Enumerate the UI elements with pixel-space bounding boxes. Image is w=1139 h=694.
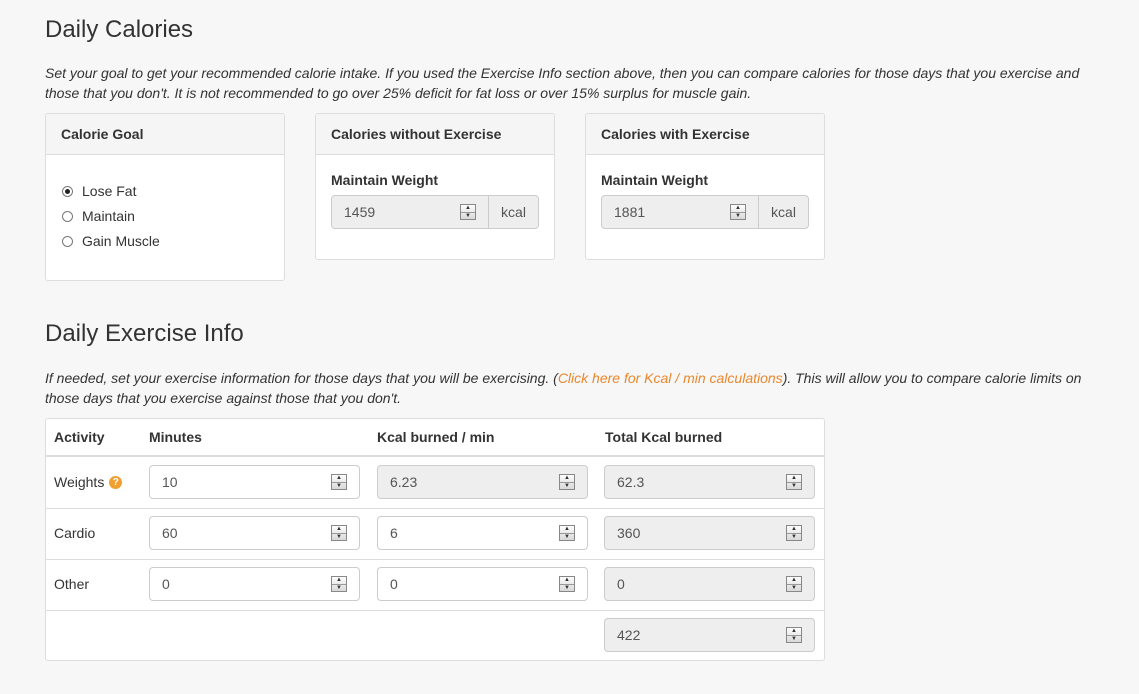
activity-name: Weights [54, 474, 105, 490]
col-header-activity: Activity [54, 429, 105, 445]
radio-button-icon[interactable] [62, 185, 73, 197]
radio-label: Lose Fat [82, 183, 137, 199]
calories-with-exercise-heading: Calories with Exercise [586, 114, 824, 155]
spinner-icon[interactable]: ▲ ▼ [786, 525, 802, 541]
kcal-unit-addon: kcal [489, 195, 539, 229]
col-header-kcal-per-min: Kcal burned / min [377, 429, 495, 445]
spinner-icon[interactable]: ▲ ▼ [331, 474, 347, 490]
other-kcal-per-min-input[interactable]: 0 ▲ ▼ [377, 567, 588, 601]
calorie-goal-heading: Calorie Goal [46, 114, 284, 155]
col-header-minutes: Minutes [149, 429, 202, 445]
radio-lose-fat[interactable]: Lose Fat [62, 183, 136, 199]
col-header-total-kcal: Total Kcal burned [605, 429, 723, 445]
field-value: 360 [617, 525, 641, 541]
field-value: 0 [390, 576, 398, 592]
maintain-weight-input-group: 1881 ▲ ▼ kcal [601, 195, 809, 229]
field-value: 60 [162, 525, 178, 541]
header-divider [46, 455, 824, 457]
kcal-calculations-link[interactable]: Click here for Kcal / min calculations [558, 370, 783, 386]
field-value: 1459 [344, 204, 376, 220]
radio-button-icon[interactable] [62, 210, 73, 222]
activity-name: Other [54, 576, 90, 592]
spinner-icon[interactable]: ▲ ▼ [559, 576, 575, 592]
description-text: If needed, set your exercise information… [45, 370, 558, 386]
radio-gain-muscle[interactable]: Gain Muscle [62, 233, 160, 249]
field-value: 6 [390, 525, 398, 541]
spinner-icon[interactable]: ▲ ▼ [786, 474, 802, 490]
spinner-icon[interactable]: ▲ ▼ [786, 627, 802, 643]
cardio-minutes-input[interactable]: 60 ▲ ▼ [149, 516, 360, 550]
exercise-table: Activity Minutes Kcal burned / min Total… [45, 418, 825, 661]
maintain-weight-input-group: 1459 ▲ ▼ kcal [331, 195, 539, 229]
daily-exercise-description: If needed, set your exercise information… [45, 368, 1105, 408]
cardio-total-input[interactable]: 360 ▲ ▼ [604, 516, 815, 550]
activity-other-label: Other [54, 576, 89, 592]
calories-without-exercise-panel: Calories without Exercise Maintain Weigh… [315, 113, 555, 260]
other-total-input[interactable]: 0 ▲ ▼ [604, 567, 815, 601]
other-minutes-input[interactable]: 0 ▲ ▼ [149, 567, 360, 601]
row-divider [46, 610, 824, 611]
calories-with-exercise-panel: Calories with Exercise Maintain Weight 1… [585, 113, 825, 260]
field-value: 1881 [614, 204, 646, 220]
weights-minutes-input[interactable]: 10 ▲ ▼ [149, 465, 360, 499]
spinner-icon[interactable]: ▲ ▼ [331, 525, 347, 541]
daily-calories-description: Set your goal to get your recommended ca… [45, 65, 1080, 101]
maintain-weight-label: Maintain Weight [601, 172, 709, 188]
radio-label: Maintain [82, 208, 135, 224]
weights-kcal-per-min-input[interactable]: 6.23 ▲ ▼ [377, 465, 588, 499]
spinner-icon[interactable]: ▲ ▼ [460, 204, 476, 220]
field-value: 62.3 [617, 474, 645, 490]
question-circle-icon[interactable]: ? [109, 475, 123, 489]
daily-calories-title: Daily Calories [45, 16, 194, 43]
radio-button-icon[interactable] [62, 235, 73, 247]
radio-label: Gain Muscle [82, 233, 160, 249]
row-divider [46, 508, 824, 509]
spinner-icon[interactable]: ▲ ▼ [559, 474, 575, 490]
activity-cardio-label: Cardio [54, 525, 95, 541]
spinner-icon[interactable]: ▲ ▼ [786, 576, 802, 592]
field-value: 0 [162, 576, 170, 592]
spinner-icon[interactable]: ▲ ▼ [331, 576, 347, 592]
grand-total-input[interactable]: 422 ▲ ▼ [604, 618, 815, 652]
maintain-weight-with-exercise-field[interactable]: 1881 ▲ ▼ [601, 195, 759, 229]
row-divider [46, 559, 824, 560]
calories-without-exercise-heading: Calories without Exercise [316, 114, 554, 155]
spinner-icon[interactable]: ▲ ▼ [730, 204, 746, 220]
daily-exercise-title: Daily Exercise Info [45, 320, 244, 347]
maintain-weight-label: Maintain Weight [331, 172, 439, 188]
cardio-kcal-per-min-input[interactable]: 6 ▲ ▼ [377, 516, 588, 550]
field-value: 6.23 [390, 474, 418, 490]
calorie-goal-panel: Calorie Goal Lose Fat Maintain Gain Musc… [45, 113, 285, 281]
field-value: 0 [617, 576, 625, 592]
spinner-icon[interactable]: ▲ ▼ [559, 525, 575, 541]
weights-total-input[interactable]: 62.3 ▲ ▼ [604, 465, 815, 499]
field-value: 10 [162, 474, 178, 490]
maintain-weight-without-exercise-field[interactable]: 1459 ▲ ▼ [331, 195, 489, 229]
kcal-unit-addon: kcal [759, 195, 809, 229]
field-value: 422 [617, 627, 641, 643]
radio-maintain[interactable]: Maintain [62, 208, 135, 224]
activity-weights-label: Weights ? [54, 474, 123, 490]
activity-name: Cardio [54, 525, 96, 541]
